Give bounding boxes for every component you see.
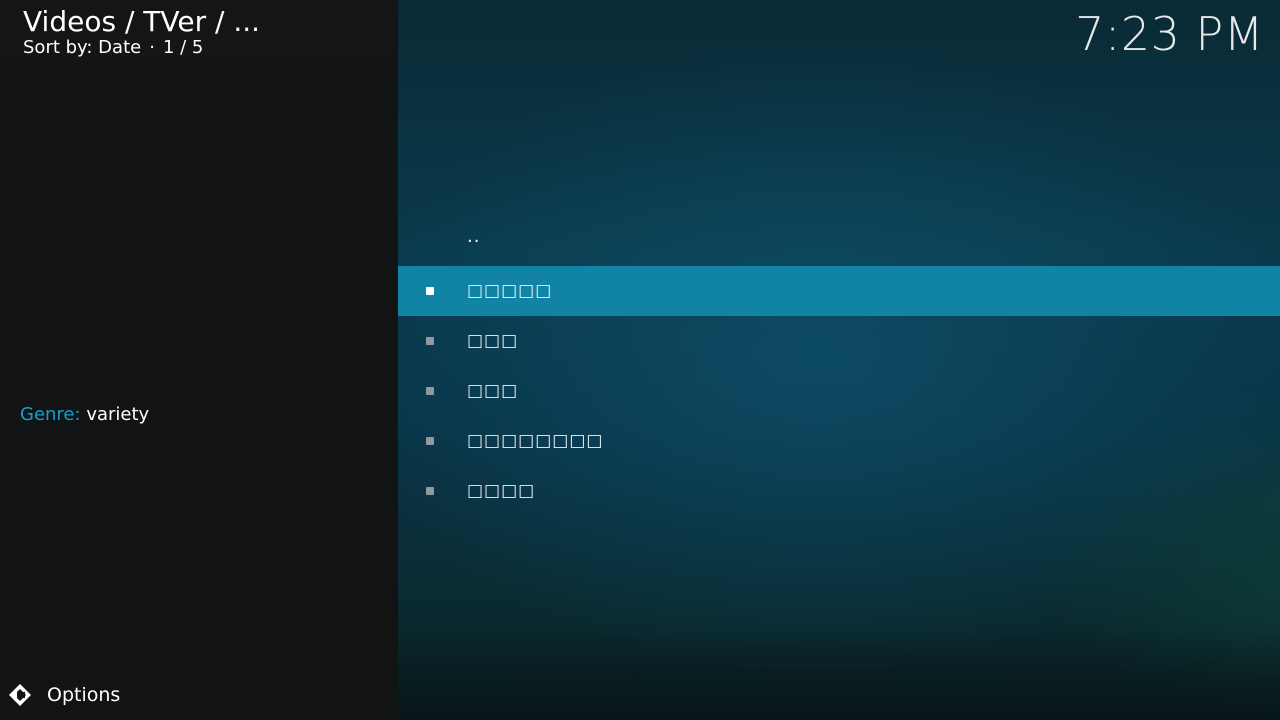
separator: ·: [149, 37, 155, 58]
options-icon: [8, 683, 32, 707]
list-item[interactable]: □□□□□: [398, 266, 1280, 316]
list-item-parent-folder[interactable]: ..: [398, 216, 1280, 266]
genre-info: Genre: variety: [20, 403, 149, 427]
sort-label[interactable]: Sort by: Date: [23, 37, 141, 58]
list-item[interactable]: □□□□□□□□: [398, 416, 1280, 466]
folder-bullet-icon: [426, 437, 434, 445]
sort-info: Sort by: Date · 1 / 5: [23, 37, 203, 59]
kodi-screen: Videos / TVer / ... Sort by: Date · 1 / 5 …: [0, 0, 1280, 720]
options-button[interactable]: Options: [8, 682, 120, 708]
breadcrumb: Videos / TVer / ...: [23, 5, 261, 38]
file-list[interactable]: .. □□□□□ □□□ □□□ □□□□□□□□ □□□□: [398, 216, 1280, 516]
folder-bullet-icon: [426, 487, 434, 495]
list-item-label: □□□: [467, 331, 519, 351]
options-label: Options: [47, 684, 121, 706]
folder-bullet-icon: [426, 287, 434, 295]
item-position: 1 / 5: [162, 37, 204, 58]
list-item-label: ..: [467, 226, 481, 247]
genre-value: variety: [86, 404, 150, 425]
list-item-label: □□□□□: [467, 281, 553, 301]
list-item-label: □□□: [467, 381, 519, 401]
info-panel: Videos / TVer / ... Sort by: Date · 1 / 5 …: [0, 0, 398, 720]
genre-label: Genre:: [20, 404, 81, 425]
list-item-label: □□□□□□□□: [467, 431, 604, 451]
list-item[interactable]: □□□: [398, 366, 1280, 416]
list-item-label: □□□□: [467, 481, 536, 501]
folder-bullet-icon: [426, 337, 434, 345]
list-item[interactable]: □□□: [398, 316, 1280, 366]
list-item[interactable]: □□□□: [398, 466, 1280, 516]
clock: 7:23 PM: [1075, 7, 1264, 61]
folder-bullet-icon: [426, 387, 434, 395]
